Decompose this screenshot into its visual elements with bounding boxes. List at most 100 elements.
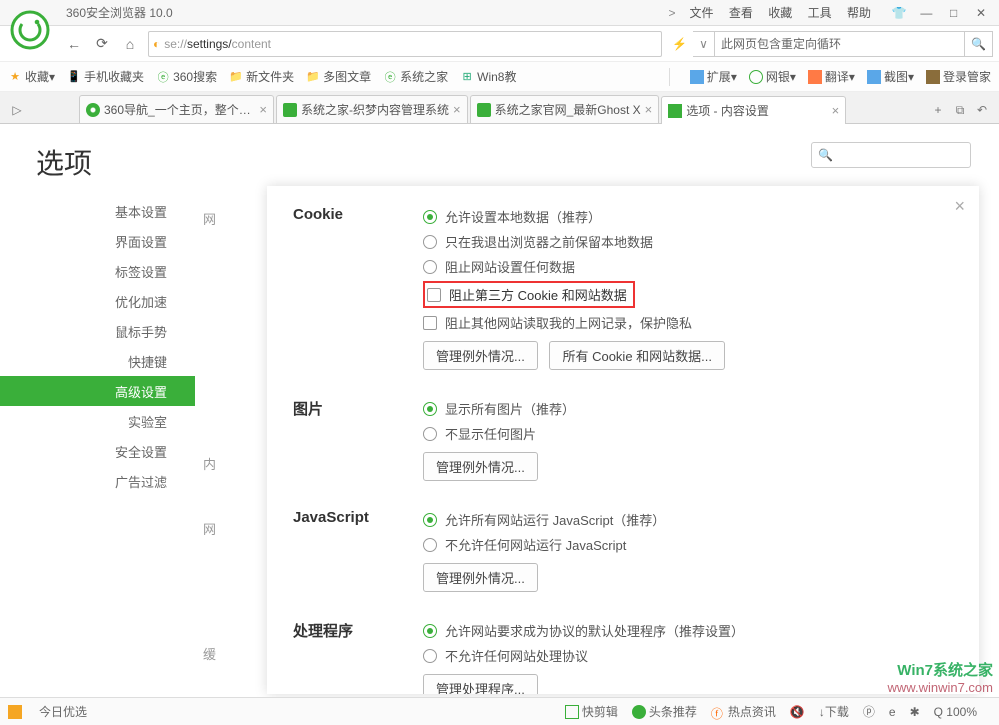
bookmark-mobile[interactable]: 📱手机收藏夹 [67,68,144,85]
reload-button[interactable]: ⟳ [88,31,116,57]
cookie-exceptions-button[interactable]: 管理例外情况... [423,341,538,370]
menu-help[interactable]: 帮助 [847,6,871,20]
user-icon [926,70,940,84]
menu-tools[interactable]: 工具 [808,6,832,20]
bookmark-multiimg[interactable]: 📁多图文章 [306,68,371,85]
new-tab-button[interactable]: + [927,97,949,123]
tab-close-icon[interactable]: × [832,103,840,118]
section-handler: 处理程序 允许网站要求成为协议的默认处理程序（推荐设置） 不允许任何网站处理协议… [293,618,953,694]
side-adblock[interactable]: 广告过滤 [0,466,195,496]
handler-radio-allow[interactable]: 允许网站要求成为协议的默认处理程序（推荐设置） [423,618,953,643]
modal-close-icon[interactable]: × [954,196,965,217]
grid-icon [690,70,704,84]
search-button[interactable]: 🔍 [965,31,993,57]
handler-manage-button[interactable]: 管理处理程序... [423,674,538,694]
sb-today[interactable]: 今日优选 [39,703,87,720]
url-path2: content [232,37,271,51]
site-name-box: 此网页包含重定向循环 [715,31,965,57]
bookmark-360search[interactable]: ⓔ360搜索 [156,68,217,85]
tool-login[interactable]: 登录管家 [926,68,991,85]
tab-close-icon[interactable]: × [453,102,461,117]
tab-2[interactable]: 系统之家官网_最新Ghost X × [470,95,660,123]
minimize-icon[interactable]: — [914,3,938,23]
tool-bank[interactable]: 网银 ▾ [749,68,796,85]
sb-e[interactable]: e [889,705,896,719]
bookmark-bar: ★收藏 ▾ 📱手机收藏夹 ⓔ360搜索 📁新文件夹 📁多图文章 ⓔ系统之家 ⊞W… [0,62,999,92]
maximize-icon[interactable]: □ [942,3,966,23]
win-icon: ⊞ [460,70,474,84]
sb-net[interactable]: ✱ [910,705,920,719]
restore-tab-button[interactable]: ⧉ [949,97,971,123]
sb-zoom[interactable]: Q 100% [934,705,977,719]
tab-close-icon[interactable]: × [259,102,267,117]
sb-headline[interactable]: 头条推荐 [632,703,697,720]
side-advanced[interactable]: 高级设置 [0,376,195,406]
bookmark-star[interactable]: ★收藏 ▾ [8,68,55,85]
tool-screenshot[interactable]: 截图 ▾ [867,68,914,85]
chevron-right-icon[interactable]: > [669,6,676,20]
tab-0[interactable]: 360导航_一个主页，整个世... × [79,95,274,123]
home-button[interactable]: ⌂ [116,31,144,57]
url-input[interactable]: ◐ se:// settings/ content [148,31,662,57]
sb-p[interactable]: ⓟ [863,703,875,720]
sb-grid[interactable] [8,705,25,719]
skin-icon[interactable]: 👕 [887,3,911,23]
menu-view[interactable]: 查看 [729,6,753,20]
mobile-icon: 📱 [67,70,81,84]
section-cookie: Cookie 允许设置本地数据（推荐） 只在我退出浏览器之前保留本地数据 阻止网… [293,204,953,370]
tab-close-icon[interactable]: × [645,102,653,117]
url-path1: settings/ [187,37,232,51]
bookmark-syshome[interactable]: ⓔ系统之家 [383,68,448,85]
sb-clip[interactable]: 快剪辑 [565,703,618,720]
cookie-check-privacy[interactable]: 阻止其他网站读取我的上网记录，保护隐私 [423,310,953,335]
tab-1[interactable]: 系统之家-织梦内容管理系统 × [276,95,468,123]
cookie-radio-session[interactable]: 只在我退出浏览器之前保留本地数据 [423,229,953,254]
bookmark-newfolder[interactable]: 📁新文件夹 [229,68,294,85]
cookie-radio-allow[interactable]: 允许设置本地数据（推荐） [423,204,953,229]
tool-extensions[interactable]: 扩展 ▾ [690,68,737,85]
bolt-icon[interactable]: ⚡ [672,37,687,51]
sb-hot[interactable]: ⓕ热点资讯 [711,703,776,720]
menu-file[interactable]: 文件 [690,6,714,20]
side-optimize[interactable]: 优化加速 [0,286,195,316]
cookie-radio-block[interactable]: 阻止网站设置任何数据 [423,254,953,279]
back-button[interactable]: ← [60,31,88,57]
js-exceptions-button[interactable]: 管理例外情况... [423,563,538,592]
tab-bar: ▷ 360导航_一个主页，整个世... × 系统之家-织梦内容管理系统 × 系统… [0,92,999,124]
sb-download[interactable]: ↓ 下载 [819,703,849,720]
tab-3[interactable]: 选项 - 内容设置 × [661,96,846,124]
engine-dropdown[interactable]: ∨ [693,31,715,57]
address-bar: ← ⟳ ⌂ ◐ se:// settings/ content ⚡ ∨ 此网页包… [0,26,999,62]
side-mouse[interactable]: 鼠标手势 [0,316,195,346]
cookie-check-3rdparty[interactable]: 阻止第三方 Cookie 和网站数据 [449,285,627,304]
image-exceptions-button[interactable]: 管理例外情况... [423,452,538,481]
sb-mute[interactable]: 🔇 [790,705,805,719]
window-controls: 👕 — □ ✕ [887,3,993,23]
radio-icon [423,624,437,638]
status-bar: 今日优选 快剪辑 头条推荐 ⓕ热点资讯 🔇 ↓ 下载 ⓟ e ✱ Q 100% [0,697,999,725]
side-tabs[interactable]: 标签设置 [0,256,195,286]
settings-search[interactable]: 🔍 [811,142,971,168]
tab-list-button[interactable]: ▷ [6,97,28,123]
side-basic[interactable]: 基本设置 [0,196,195,226]
side-ui[interactable]: 界面设置 [0,226,195,256]
js-radio-allow[interactable]: 允许所有网站运行 JavaScript（推荐） [423,507,953,532]
undo-tab-button[interactable]: ↶ [971,97,993,123]
image-radio-hide[interactable]: 不显示任何图片 [423,421,953,446]
side-shortcut[interactable]: 快捷键 [0,346,195,376]
checkbox-icon[interactable] [427,288,441,302]
radio-icon [423,538,437,552]
side-security[interactable]: 安全设置 [0,436,195,466]
radio-icon [423,260,437,274]
image-radio-show[interactable]: 显示所有图片（推荐） [423,396,953,421]
cookie-all-data-button[interactable]: 所有 Cookie 和网站数据... [549,341,725,370]
bookmark-win8[interactable]: ⊞Win8教 [460,68,516,85]
shield-icon: ◐ [153,37,160,51]
handler-radio-block[interactable]: 不允许任何网站处理协议 [423,643,953,668]
menu-fav[interactable]: 收藏 [768,6,792,20]
side-lab[interactable]: 实验室 [0,406,195,436]
close-icon[interactable]: ✕ [969,3,993,23]
js-radio-block[interactable]: 不允许任何网站运行 JavaScript [423,532,953,557]
tool-translate[interactable]: 翻译 ▾ [808,68,855,85]
app-title: 360安全浏览器 10.0 [66,4,173,21]
